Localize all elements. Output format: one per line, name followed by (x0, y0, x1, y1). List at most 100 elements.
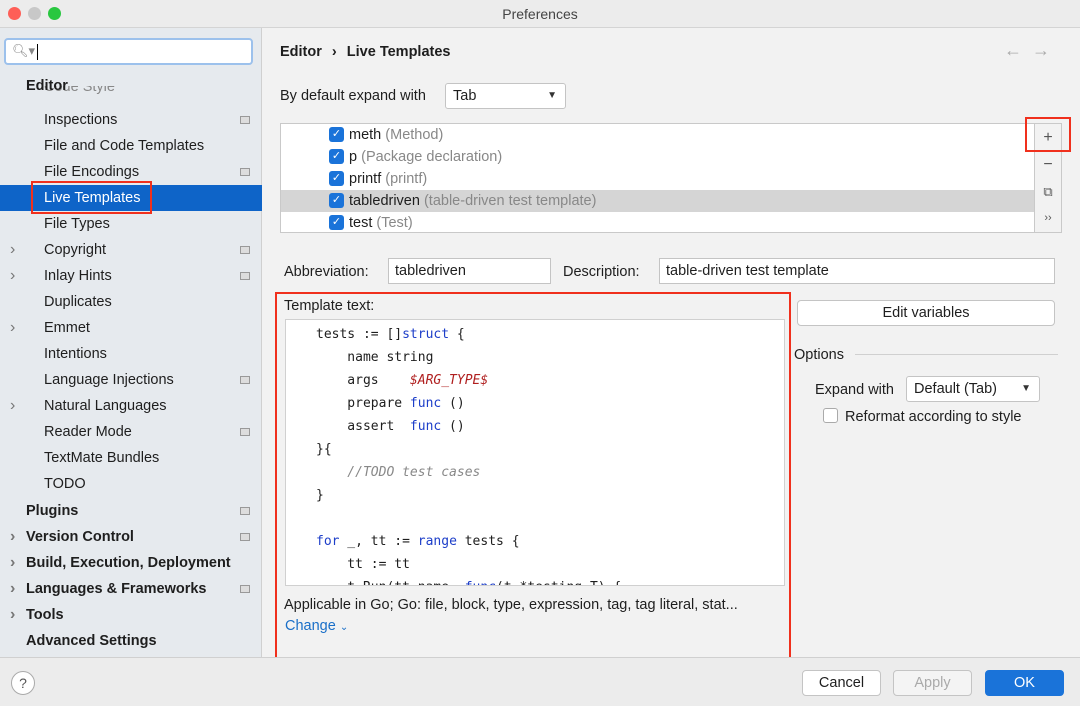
history-nav: ←→ (1004, 40, 1060, 61)
dropdown-arrow-icon: ▼ (1021, 383, 1031, 394)
template-description: (Package declaration) (361, 149, 503, 165)
sidebar-item[interactable]: Inspections (0, 107, 262, 133)
sidebar-item-label: Inspections (44, 112, 118, 128)
sidebar-item[interactable]: File Types (0, 211, 262, 237)
sidebar-item-label: Copyright (44, 242, 107, 258)
template-description: (Method) (385, 127, 444, 143)
enabled-checkbox[interactable]: ✓ (329, 149, 344, 164)
template-description: (printf) (385, 171, 428, 187)
sidebar-item-label: Editor (26, 78, 68, 94)
breadcrumb-separator: › (331, 44, 337, 60)
sidebar-item-label: Build, Execution, Deployment (26, 555, 231, 571)
copy-icon[interactable]: ⧉ (1035, 178, 1061, 205)
more-icon[interactable]: ›› (1035, 205, 1061, 232)
template-abbreviation: tabledriven (349, 193, 420, 209)
template-abbreviation: p (349, 149, 358, 165)
options-title: Options (794, 347, 844, 363)
template-row[interactable]: ✓ printf (printf) (281, 168, 1034, 190)
enabled-checkbox[interactable]: ✓ (329, 215, 344, 230)
sidebar-item[interactable]: Plugins (0, 498, 262, 524)
chevron-right-icon[interactable]: › (10, 576, 15, 602)
project-scope-icon (240, 272, 250, 280)
back-arrow-icon[interactable]: ← (1004, 40, 1032, 60)
description-input[interactable]: table-driven test template (659, 258, 1055, 284)
project-scope-icon (240, 168, 250, 176)
chevron-right-icon[interactable]: › (10, 315, 15, 341)
close-window-button[interactable] (8, 7, 21, 20)
abbreviation-input[interactable]: tabledriven (388, 258, 551, 284)
zoom-window-button[interactable] (48, 7, 61, 20)
template-row[interactable]: ✓ meth (Method) (281, 124, 1034, 146)
reformat-checkbox[interactable] (823, 408, 838, 423)
expand-with-select[interactable]: Default (Tab) ▼ (906, 376, 1040, 402)
sidebar-item[interactable]: › Tools (0, 602, 262, 628)
breadcrumb-parent[interactable]: Editor (280, 44, 322, 60)
chevron-right-icon[interactable]: › (10, 602, 15, 628)
templates-list[interactable]: ✓ meth (Method) ✓ p (Package declaration) ✓ p… (280, 123, 1035, 233)
sidebar-item[interactable]: TextMate Bundles (0, 445, 262, 471)
sidebar-item-label: Version Control (26, 529, 134, 545)
template-description: (Test) (376, 215, 413, 231)
sidebar-item[interactable]: › Inlay Hints (0, 263, 262, 289)
help-icon[interactable]: ? (11, 671, 35, 695)
cancel-button[interactable]: Cancel (802, 670, 881, 696)
template-row[interactable]: ✓ p (Package declaration) (281, 146, 1034, 168)
sidebar-item[interactable]: › Natural Languages (0, 393, 262, 419)
template-abbreviation: test (349, 215, 373, 231)
edit-variables-button[interactable]: Edit variables (797, 300, 1055, 326)
text-caret (37, 44, 38, 60)
sidebar-item[interactable]: › Emmet (0, 315, 262, 341)
main-panel: Editor › Live Templates ←→ By default ex… (263, 28, 1080, 659)
search-icon: 🔍︎▾ (12, 43, 36, 58)
template-row[interactable]: ✓ test (Test) (281, 212, 1034, 234)
sidebar-item[interactable]: Language Injections (0, 367, 262, 393)
search-input[interactable]: 🔍︎▾ (4, 38, 253, 65)
sidebar-item[interactable]: › Languages & Frameworks (0, 576, 262, 602)
expand-label: By default expand with (280, 88, 426, 104)
add-highlight (1025, 117, 1071, 152)
remove-icon[interactable]: − (1035, 151, 1061, 178)
sidebar-item[interactable]: TODO (0, 471, 262, 497)
window-title: Preferences (502, 6, 578, 22)
sidebar-item-label: File Encodings (44, 164, 140, 180)
minimize-window-button[interactable] (28, 7, 41, 20)
enabled-checkbox[interactable]: ✓ (329, 127, 344, 142)
project-scope-icon (240, 376, 250, 384)
description-label: Description: (563, 264, 640, 280)
sidebar-item-label: Intentions (44, 346, 107, 362)
chevron-right-icon[interactable]: › (10, 550, 15, 576)
expand-select[interactable]: Tab ▼ (445, 83, 566, 109)
sidebar-item-label: TODO (44, 476, 86, 492)
sidebar-item-label: Advanced Settings (26, 633, 157, 649)
sidebar-item[interactable]: Advanced Settings (0, 628, 262, 654)
forward-arrow-icon[interactable]: → (1032, 40, 1060, 60)
sidebar-item-label: Inlay Hints (44, 268, 112, 284)
project-scope-icon (240, 533, 250, 541)
sidebar-item[interactable]: › Build, Execution, Deployment (0, 550, 262, 576)
sidebar-item[interactable]: › Version Control (0, 524, 262, 550)
chevron-right-icon[interactable]: › (10, 393, 15, 419)
options-divider (855, 354, 1058, 355)
sidebar-item[interactable]: Reader Mode (0, 419, 262, 445)
chevron-right-icon[interactable]: › (10, 263, 15, 289)
sidebar-item[interactable]: File and Code Templates (0, 133, 262, 159)
sidebar-item[interactable]: Duplicates (0, 289, 262, 315)
ok-button[interactable]: OK (985, 670, 1064, 696)
sidebar-item[interactable]: Editor (0, 73, 262, 99)
sidebar-item-label: Tools (26, 607, 64, 623)
chevron-right-icon[interactable]: › (10, 237, 15, 263)
enabled-checkbox[interactable]: ✓ (329, 171, 344, 186)
template-description: (table-driven test template) (423, 193, 597, 209)
sidebar-item[interactable]: Intentions (0, 341, 262, 367)
template-highlight (275, 292, 791, 659)
expand-with-value: Default (Tab) (914, 381, 998, 397)
sidebar-item-label: Duplicates (44, 294, 112, 310)
project-scope-icon (240, 116, 250, 124)
sidebar-item-label: Reader Mode (44, 424, 132, 440)
sidebar-item[interactable]: › Copyright (0, 237, 262, 263)
chevron-right-icon[interactable]: › (10, 524, 15, 550)
enabled-checkbox[interactable]: ✓ (329, 193, 344, 208)
apply-button[interactable]: Apply (893, 670, 972, 696)
template-row[interactable]: ✓ tabledriven (table-driven test template… (281, 190, 1034, 212)
breadcrumb: Editor › Live Templates (280, 44, 451, 60)
